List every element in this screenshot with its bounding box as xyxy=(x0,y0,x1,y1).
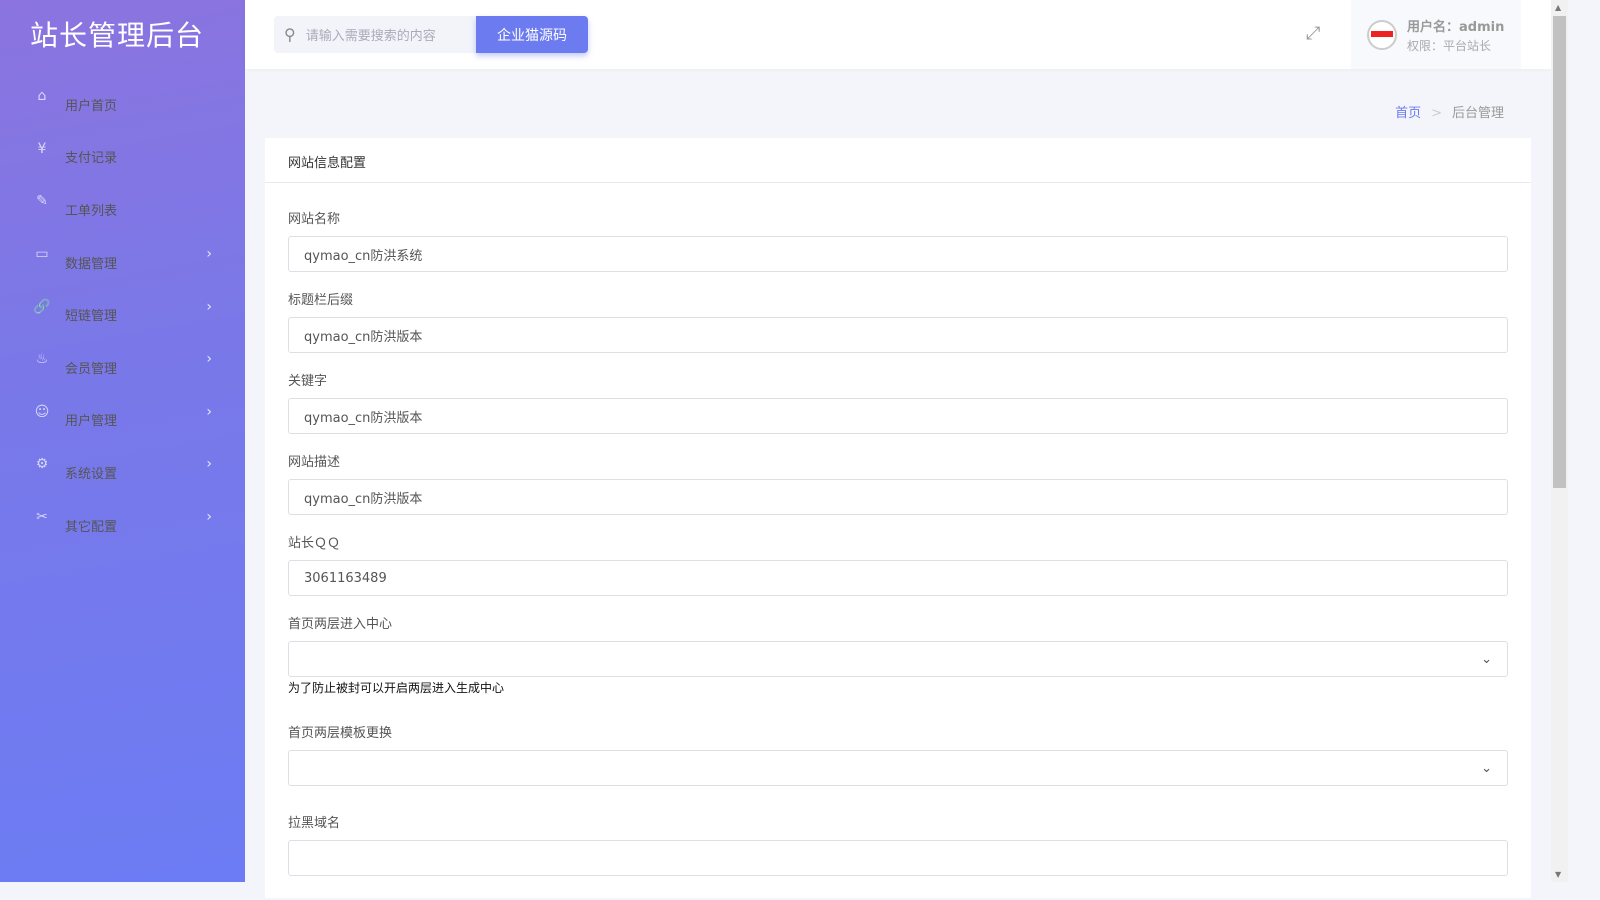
two-layer-entry-select[interactable]: ⌄ xyxy=(288,641,1508,677)
breadcrumb-current: 后台管理 xyxy=(1451,106,1504,121)
nav-icon: ☺ xyxy=(34,403,50,420)
field-input[interactable]: qymao_cn防洪系统 xyxy=(288,236,1508,272)
chevron-down-icon: ⌄ xyxy=(1481,760,1492,776)
field-input[interactable]: 3061163489 xyxy=(288,560,1508,596)
brand-button[interactable]: 企业猫源码 xyxy=(476,16,588,53)
select1-label: 首页两层进入中心 xyxy=(288,617,393,632)
field-value: 3061163489 xyxy=(304,570,387,586)
nav-icon: ♨ xyxy=(35,351,49,368)
search-placeholder: 请输入需要搜索的内容 xyxy=(305,29,436,44)
username: 用户名：admin xyxy=(1407,19,1505,35)
breadcrumb-separator: > xyxy=(1431,106,1442,121)
sidebar-item-label: 其它配置 xyxy=(65,519,118,535)
select2-label: 首页两层模板更换 xyxy=(288,726,393,741)
field-label: 关键字 xyxy=(288,374,328,389)
field-label: 网站描述 xyxy=(288,455,341,470)
sidebar-item-label: 短链管理 xyxy=(65,309,118,325)
avatar xyxy=(1367,19,1397,50)
breadcrumb: 首页 > 后台管理 xyxy=(1395,102,1504,121)
chevron-right-icon: › xyxy=(206,509,212,526)
sidebar: 站长管理后台 ⌂ 用户首页 ¥ 支付记录 ✎ 工单列表 ▭ 数据管理 › 🔗 短链管理 › ♨ 会员管理 ›… xyxy=(0,0,245,882)
sidebar-item-1[interactable]: ¥ 支付记录 xyxy=(0,123,245,176)
nav-icon: ✎ xyxy=(36,193,48,210)
sidebar-item-label: 支付记录 xyxy=(65,151,118,167)
nav-icon: ▭ xyxy=(35,246,49,263)
blacklist-domain-input[interactable] xyxy=(288,840,1508,876)
field-label: 标题栏后缀 xyxy=(288,293,354,308)
field-value: qymao_cn防洪系统 xyxy=(304,248,423,264)
sidebar-item-6[interactable]: ☺ 用户管理 › xyxy=(0,386,245,439)
sidebar-item-label: 系统设置 xyxy=(65,466,118,482)
sidebar-item-0[interactable]: ⌂ 用户首页 xyxy=(0,70,245,123)
field-input[interactable]: qymao_cn防洪版本 xyxy=(288,317,1508,353)
scrollbar[interactable]: ▲ ▼ xyxy=(1551,0,1568,882)
breadcrumb-home[interactable]: 首页 xyxy=(1395,106,1421,121)
search-input[interactable]: ⚲ 请输入需要搜索的内容 xyxy=(274,16,476,53)
fullscreen-icon[interactable]: ⤢ xyxy=(1306,23,1320,44)
sidebar-item-5[interactable]: ♨ 会员管理 › xyxy=(0,333,245,386)
settings-card: 网站信息配置 网站名称 qymao_cn防洪系统标题栏后缀 qymao_cn防洪版本… xyxy=(265,138,1531,898)
nav-icon: ¥ xyxy=(37,140,47,157)
scroll-up-icon[interactable]: ▲ xyxy=(1555,3,1561,12)
nav-icon: ✂ xyxy=(36,509,48,526)
field-input[interactable]: qymao_cn防洪版本 xyxy=(288,479,1508,515)
blacklist-domain-label: 拉黑域名 xyxy=(288,816,341,831)
chevron-right-icon: › xyxy=(206,456,212,473)
user-menu[interactable]: 用户名：admin 权限：平台站长 xyxy=(1351,0,1521,69)
user-role: 权限：平台站长 xyxy=(1407,38,1492,53)
two-layer-template-select[interactable]: ⌄ xyxy=(288,750,1508,786)
sidebar-item-label: 用户首页 xyxy=(65,98,118,114)
sidebar-item-8[interactable]: ✂ 其它配置 › xyxy=(0,491,245,544)
scrollbar-thumb[interactable] xyxy=(1553,16,1566,488)
app-title: 站长管理后台 xyxy=(30,19,205,52)
field-input[interactable]: qymao_cn防洪版本 xyxy=(288,398,1508,434)
sidebar-item-label: 工单列表 xyxy=(65,203,118,219)
field-value: qymao_cn防洪版本 xyxy=(304,329,423,345)
nav-icon: ⌂ xyxy=(37,88,47,105)
sidebar-item-label: 会员管理 xyxy=(65,361,118,377)
chevron-down-icon: ⌄ xyxy=(1481,651,1492,667)
chevron-right-icon: › xyxy=(206,403,212,420)
sidebar-item-3[interactable]: ▭ 数据管理 › xyxy=(0,228,245,281)
sidebar-item-7[interactable]: ⚙ 系统设置 › xyxy=(0,438,245,491)
topbar: ⚲ 请输入需要搜索的内容 企业猫源码 ⤢ 用户名：admin 权限：平台站长 xyxy=(245,0,1551,69)
chevron-right-icon: › xyxy=(206,298,212,315)
field-label: 站长ＱＱ xyxy=(288,536,341,551)
field-value: qymao_cn防洪版本 xyxy=(304,491,423,507)
sidebar-item-2[interactable]: ✎ 工单列表 xyxy=(0,175,245,228)
scroll-down-icon[interactable]: ▼ xyxy=(1555,870,1561,879)
search-icon: ⚲ xyxy=(284,25,296,44)
sidebar-item-4[interactable]: 🔗 短链管理 › xyxy=(0,280,245,333)
field-value: qymao_cn防洪版本 xyxy=(304,410,423,426)
sidebar-item-label: 数据管理 xyxy=(65,256,118,272)
select1-hint: 为了防止被封可以开启两层进入生成中心 xyxy=(288,681,505,695)
chevron-right-icon: › xyxy=(206,351,212,368)
card-title: 网站信息配置 xyxy=(265,138,1531,183)
nav-icon: 🔗 xyxy=(33,298,51,315)
chevron-right-icon: › xyxy=(206,246,212,263)
field-label: 网站名称 xyxy=(288,212,341,227)
nav-icon: ⚙ xyxy=(35,456,49,473)
sidebar-item-label: 用户管理 xyxy=(65,414,118,430)
